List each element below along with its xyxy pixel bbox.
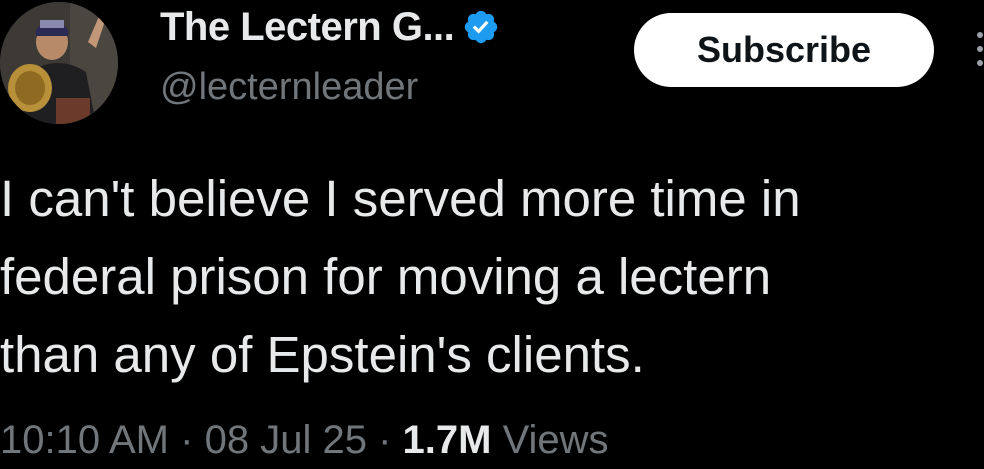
tweet-meta: 10:10 AM · 08 Jul 25 · 1.7M Views xyxy=(0,418,609,463)
profile-photo-icon xyxy=(0,2,118,124)
author-name-row[interactable]: The Lectern G... xyxy=(160,2,500,52)
tweet-text-line: than any of Epstein's clients. xyxy=(0,326,645,383)
author-handle[interactable]: @lecternleader xyxy=(160,66,418,109)
subscribe-button[interactable]: Subscribe xyxy=(634,13,934,87)
tweet-date[interactable]: 08 Jul 25 xyxy=(205,418,367,462)
views-label: Views xyxy=(502,418,609,462)
meta-separator: · xyxy=(378,418,392,462)
tweet-text-line: I can't believe I served more time in xyxy=(0,170,801,227)
tweet-text: I can't believe I served more time in fe… xyxy=(0,160,984,394)
avatar[interactable] xyxy=(0,2,118,124)
tweet-time[interactable]: 10:10 AM xyxy=(0,418,169,462)
verified-badge-icon xyxy=(462,8,500,46)
more-options-icon[interactable] xyxy=(974,30,984,70)
meta-separator: · xyxy=(180,418,194,462)
author-display-name[interactable]: The Lectern G... xyxy=(160,5,455,50)
tweet-text-line: federal prison for moving a lectern xyxy=(0,248,772,305)
views-count[interactable]: 1.7M xyxy=(403,418,492,462)
